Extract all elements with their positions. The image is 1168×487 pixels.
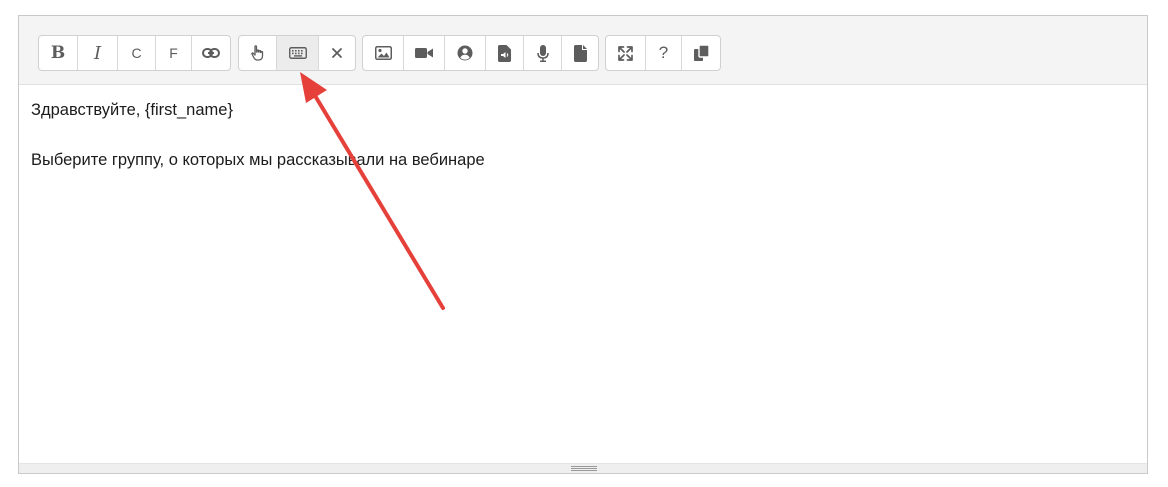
message-line: Выберите группу, о которых мы рассказыва…: [31, 151, 485, 169]
copy-button[interactable]: [682, 36, 720, 70]
editor-toolbar: B I C F ?: [19, 16, 1147, 85]
italic-label: I: [93, 42, 102, 64]
keyboard-icon: [288, 47, 307, 59]
help-button[interactable]: ?: [646, 36, 682, 70]
media-button-group: [362, 35, 599, 71]
clear-button[interactable]: [319, 36, 355, 70]
message-editor: B I C F ? Здравствуйте, {first_name} Выб…: [18, 15, 1148, 474]
keyboard-button-group: [238, 35, 356, 71]
expand-icon: [618, 45, 633, 61]
f-label: F: [169, 45, 178, 61]
image-button[interactable]: [363, 36, 404, 70]
link-icon: [202, 48, 220, 58]
audio-file-icon: [498, 44, 511, 62]
close-icon: [332, 48, 342, 58]
bold-button[interactable]: B: [39, 36, 78, 70]
greeting-line: Здравствуйте, {first_name}: [31, 101, 233, 119]
c-label: C: [131, 45, 142, 61]
document-button[interactable]: [562, 36, 598, 70]
resize-handle-icon[interactable]: [571, 465, 597, 472]
italic-button[interactable]: I: [78, 36, 118, 70]
audio-file-button[interactable]: [486, 36, 524, 70]
keyboard-button[interactable]: [277, 36, 319, 70]
link-button[interactable]: [192, 36, 230, 70]
format-button-group: B I C F: [38, 35, 231, 71]
contact-button[interactable]: [445, 36, 486, 70]
document-icon: [573, 44, 587, 62]
view-button-group: ?: [605, 35, 721, 71]
editor-content[interactable]: Здравствуйте, {first_name} Выберите груп…: [19, 85, 1147, 465]
fullscreen-button[interactable]: [606, 36, 646, 70]
user-circle-icon: [457, 45, 473, 61]
image-icon: [374, 46, 392, 60]
voice-button[interactable]: [524, 36, 562, 70]
bold-label: B: [50, 43, 66, 63]
question-icon: ?: [658, 43, 669, 62]
copy-icon: [693, 45, 709, 61]
editor-statusbar: [19, 463, 1147, 473]
pointer-button[interactable]: [239, 36, 277, 70]
f-button[interactable]: F: [156, 36, 192, 70]
hand-pointer-icon: [250, 45, 263, 61]
microphone-icon: [536, 44, 549, 62]
video-icon: [415, 48, 433, 58]
video-button[interactable]: [404, 36, 445, 70]
c-button[interactable]: C: [118, 36, 156, 70]
